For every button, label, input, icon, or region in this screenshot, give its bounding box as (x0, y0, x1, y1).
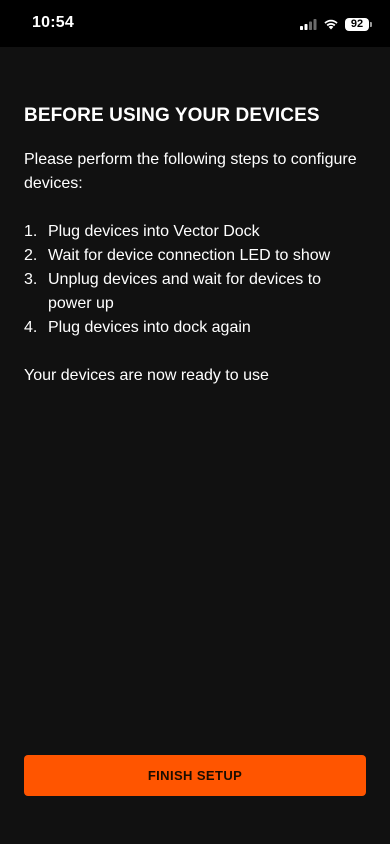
step-text: Unplug devices and wait for devices to p… (48, 271, 322, 312)
step-item: 4. Plug devices into dock again (24, 316, 366, 340)
wifi-icon (324, 19, 338, 30)
step-text: Plug devices into dock again (48, 319, 251, 336)
status-bar: 10:54 92 (0, 0, 390, 47)
intro-text: Please perform the following steps to co… (24, 151, 357, 192)
step-text: Wait for device connection LED to show (48, 247, 331, 264)
battery-cap (370, 21, 372, 27)
battery-level: 92 (345, 17, 369, 31)
page-title: BEFORE USING YOUR DEVICES (24, 105, 320, 126)
finish-setup-button[interactable]: FINISH SETUP (24, 755, 366, 796)
step-item: 1. Plug devices into Vector Dock (24, 220, 366, 244)
status-time: 10:54 (32, 14, 74, 31)
step-item: 2. Wait for device connection LED to sho… (24, 244, 366, 268)
step-number: 4. (24, 319, 38, 336)
step-text: Plug devices into Vector Dock (48, 223, 260, 240)
status-icons: 92 (300, 15, 372, 33)
battery-icon: 92 (345, 17, 372, 31)
setup-instructions: BEFORE USING YOUR DEVICES Please perform… (24, 104, 366, 388)
step-number: 3. (24, 271, 38, 288)
ready-text: Your devices are now ready to use (24, 367, 269, 384)
step-number: 1. (24, 223, 38, 240)
step-number: 2. (24, 247, 38, 264)
steps-list: 1. Plug devices into Vector Dock 2. Wait… (24, 220, 366, 340)
step-item: 3. Unplug devices and wait for devices t… (24, 268, 366, 316)
cellular-signal-icon (300, 18, 317, 30)
